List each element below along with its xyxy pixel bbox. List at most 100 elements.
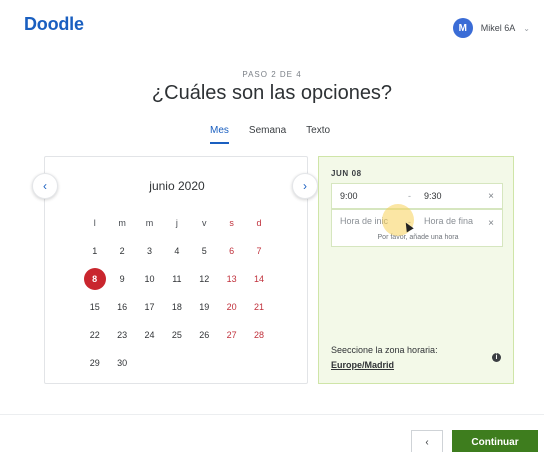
calendar-day-number: 12: [199, 274, 210, 284]
calendar-day-number: 13: [226, 274, 237, 284]
calendar-day[interactable]: 25: [163, 321, 190, 349]
calendar-day-number: 14: [254, 274, 265, 284]
slot-separator: -: [408, 191, 411, 201]
next-month-button[interactable]: ›: [292, 173, 318, 199]
add-time-hint: Por favor, añade una hora: [377, 234, 459, 241]
info-icon[interactable]: i: [492, 353, 501, 362]
calendar-day[interactable]: 24: [136, 321, 163, 349]
calendar-day[interactable]: 13: [218, 265, 245, 293]
calendar-day-number: 7: [256, 246, 262, 256]
calendar-day[interactable]: 15: [81, 293, 108, 321]
top-bar: Doodle M Mikel 6A ⌄: [0, 0, 544, 52]
time-slot-2[interactable]: - × Por favor, añade una hora: [331, 209, 503, 247]
page-title: ¿Cuáles son las opciones?: [151, 82, 393, 104]
calendar-day[interactable]: 9: [108, 265, 135, 293]
chevron-left-icon: ‹: [43, 179, 47, 193]
calendar-day-number: 28: [254, 330, 265, 340]
calendar-day-number: 11: [172, 274, 182, 284]
calendar-day[interactable]: 1: [81, 237, 108, 265]
weekday-header: l: [93, 218, 96, 228]
calendar-day-number: 15: [89, 302, 100, 312]
calendar-day[interactable]: 30: [108, 349, 135, 377]
remove-slot-icon[interactable]: ×: [488, 218, 494, 229]
time-slot-1[interactable]: 9:00 - 9:30 ×: [331, 183, 503, 209]
calendar-day-number: 25: [171, 330, 182, 340]
calendar-day[interactable]: 26: [191, 321, 218, 349]
username[interactable]: Mikel 6A: [481, 23, 516, 33]
calendar-day-number: 24: [144, 330, 155, 340]
calendar-day-number: 27: [226, 330, 237, 340]
calendar-day[interactable]: 4: [163, 237, 190, 265]
slot-separator: -: [408, 217, 411, 227]
calendar-day-number: 2: [119, 246, 125, 256]
calendar-day-number: 9: [119, 274, 125, 284]
calendar-empty-cell: [218, 349, 245, 377]
start-time-input[interactable]: [340, 216, 400, 226]
calendar-empty-cell: [163, 349, 190, 377]
timezone-label: Seeccione la zona horaria:: [331, 345, 438, 355]
prev-month-button[interactable]: ‹: [32, 173, 58, 199]
weekday-header: m: [145, 218, 154, 228]
avatar[interactable]: M: [452, 18, 473, 38]
calendar-day[interactable]: 3: [136, 237, 163, 265]
calendar-day[interactable]: 11: [163, 265, 190, 293]
calendar-day[interactable]: 19: [191, 293, 218, 321]
calendar-day[interactable]: 16: [108, 293, 135, 321]
slot-end-time[interactable]: 9:30: [424, 191, 442, 201]
weekday-header: s: [229, 218, 234, 228]
calendar-day-selected[interactable]: 8: [81, 265, 108, 293]
view-tabs: Mes Semana Texto: [210, 125, 330, 144]
calendar-day[interactable]: 5: [191, 237, 218, 265]
doodle-logo[interactable]: Doodle: [24, 14, 84, 35]
calendar-day-number: 30: [117, 358, 128, 368]
calendar-day[interactable]: 7: [245, 237, 272, 265]
user-menu[interactable]: M Mikel 6A ⌄: [452, 18, 530, 38]
back-button[interactable]: ‹: [411, 430, 443, 452]
calendar-day-number: 26: [199, 330, 210, 340]
calendar-day[interactable]: 14: [245, 265, 272, 293]
calendar-day[interactable]: 6: [218, 237, 245, 265]
month-calendar: junio 2020 l m m j v s d 1 2 3 4 5 6 7 8 9 10 11 12 13 14 15 1…: [44, 156, 308, 384]
calendar-day-number: 5: [201, 246, 207, 256]
weekday-header: j: [175, 218, 178, 228]
remove-slot-icon[interactable]: ×: [488, 191, 494, 202]
panel-date: JUN 08: [331, 169, 362, 178]
end-time-input[interactable]: [424, 216, 484, 226]
calendar-grid: l m m j v s d 1 2 3 4 5 6 7 8 9 10 11 12 13 14 15 16 17 18 19 20 21…: [81, 209, 273, 377]
calendar-day-number: 22: [89, 330, 100, 340]
chevron-down-icon[interactable]: ⌄: [523, 24, 530, 33]
continue-button[interactable]: Continuar: [452, 430, 538, 452]
calendar-day-number: 21: [254, 302, 265, 312]
tab-semana[interactable]: Semana: [249, 125, 286, 144]
calendar-day-number: 6: [229, 246, 235, 256]
calendar-day[interactable]: 22: [81, 321, 108, 349]
calendar-day[interactable]: 23: [108, 321, 135, 349]
calendar-day[interactable]: 28: [245, 321, 272, 349]
calendar-day[interactable]: 27: [218, 321, 245, 349]
calendar-day[interactable]: 2: [108, 237, 135, 265]
calendar-day-number: 23: [117, 330, 128, 340]
calendar-empty-cell: [191, 349, 218, 377]
calendar-day[interactable]: 10: [136, 265, 163, 293]
calendar-day[interactable]: 21: [245, 293, 272, 321]
calendar-day-number: 1: [92, 246, 98, 256]
calendar-day[interactable]: 12: [191, 265, 218, 293]
calendar-month-label: junio 2020: [149, 179, 205, 193]
calendar-day[interactable]: 29: [81, 349, 108, 377]
calendar-day[interactable]: 20: [218, 293, 245, 321]
calendar-day-number: 18: [171, 302, 182, 312]
timezone-link[interactable]: Europe/Madrid: [331, 360, 394, 370]
calendar-day-number: 4: [174, 246, 180, 256]
tab-texto[interactable]: Texto: [306, 125, 330, 144]
calendar-day[interactable]: 18: [163, 293, 190, 321]
calendar-day[interactable]: 17: [136, 293, 163, 321]
calendar-empty-cell: [245, 349, 272, 377]
calendar-day-number: 8: [83, 268, 106, 290]
calendar-empty-cell: [136, 349, 163, 377]
slot-start-time[interactable]: 9:00: [340, 191, 358, 201]
calendar-day-number: 29: [89, 358, 100, 368]
tab-mes[interactable]: Mes: [210, 125, 229, 144]
weekday-header: m: [118, 218, 126, 228]
calendar-day-number: 16: [117, 302, 128, 312]
chevron-left-icon: ‹: [425, 436, 429, 448]
